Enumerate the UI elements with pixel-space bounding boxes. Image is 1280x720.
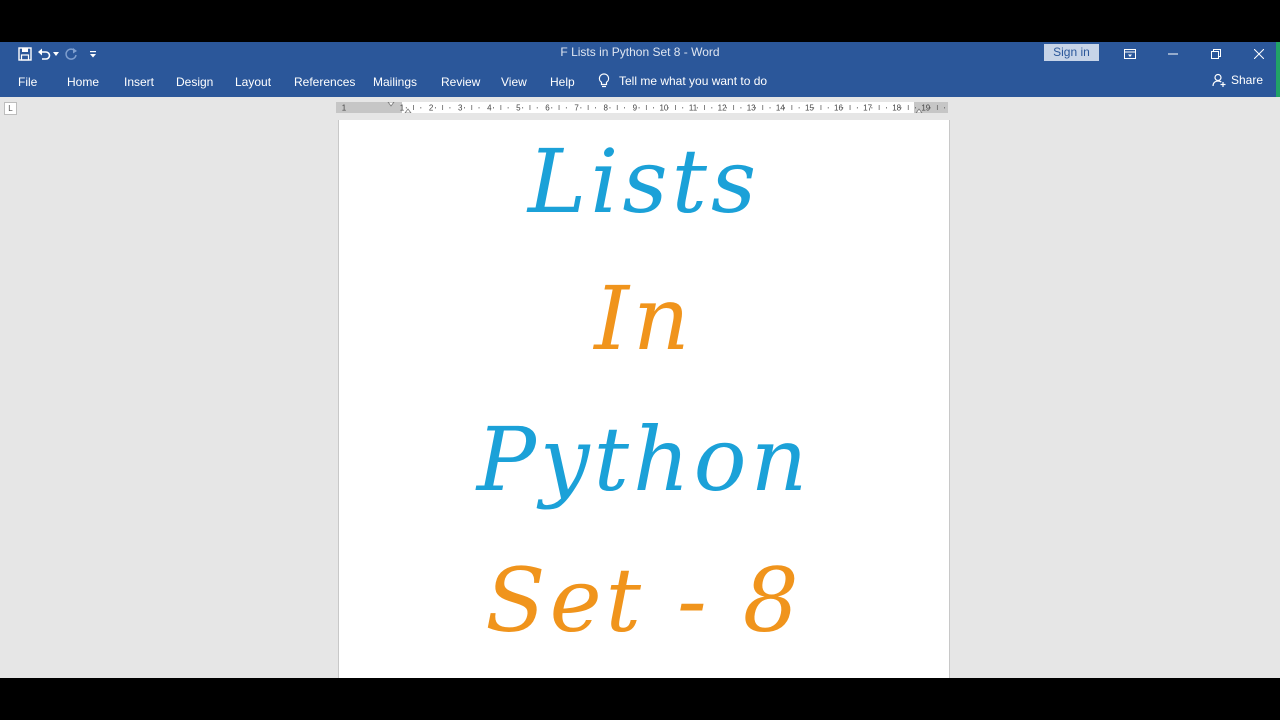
- tab-design[interactable]: Design: [176, 75, 213, 89]
- lightbulb-icon: [598, 73, 610, 88]
- share-label: Share: [1231, 73, 1264, 87]
- minimize-icon: [1168, 53, 1178, 55]
- ruler-number: 7: [574, 104, 579, 113]
- sign-in-button[interactable]: Sign in: [1044, 44, 1099, 61]
- tab-file[interactable]: File: [18, 75, 37, 89]
- tab-layout[interactable]: Layout: [235, 75, 271, 89]
- ribbon-tabs: File Home Insert Design Layout Reference…: [0, 66, 1280, 97]
- ruler-number: 3: [458, 104, 463, 113]
- close-button[interactable]: [1239, 42, 1279, 66]
- ruler-number: 10: [659, 104, 668, 113]
- minimize-button[interactable]: [1153, 42, 1193, 66]
- ruler-number: 5: [516, 104, 521, 113]
- ruler-number: 16: [834, 104, 843, 113]
- ruler-number: 15: [805, 104, 814, 113]
- horizontal-ruler[interactable]: 1 1 2 3 4 5 6 7 8 9 10 11 12 13 14 15 16 17 18 19: [336, 102, 948, 113]
- tab-selector-button[interactable]: L: [4, 102, 17, 115]
- ruler-number: 8: [603, 104, 608, 113]
- ruler-number: 2: [429, 104, 434, 113]
- letterbox-top: [0, 0, 1280, 42]
- ruler-scale: 1 1 2 3 4 5 6 7 8 9 10 11 12 13 14 15 16 17 18 19: [336, 102, 948, 113]
- person-add-icon: [1212, 73, 1226, 87]
- tab-insert[interactable]: Insert: [124, 75, 154, 89]
- ribbon-display-options-icon: [1124, 49, 1136, 59]
- share-button[interactable]: Share: [1212, 73, 1263, 87]
- word-window: F Lists in Python Set 8 - Word Sign in F…: [0, 42, 1280, 678]
- ruler-number: 12: [718, 104, 727, 113]
- ruler-number: 11: [689, 104, 698, 113]
- tab-review[interactable]: Review: [441, 75, 480, 89]
- ruler-number: 4: [487, 104, 492, 113]
- ruler-number: 13: [747, 104, 756, 113]
- ruler-number: 1: [400, 104, 405, 113]
- tab-home[interactable]: Home: [67, 75, 99, 89]
- tell-me-box[interactable]: Tell me what you want to do: [598, 73, 767, 89]
- ruler-number: 14: [776, 104, 785, 113]
- doc-line-1: Lists: [527, 130, 761, 233]
- letterbox-bottom: [0, 678, 1280, 720]
- ruler-number: 18: [892, 104, 901, 113]
- title-bar: F Lists in Python Set 8 - Word Sign in: [0, 42, 1280, 66]
- ruler-number: 17: [863, 104, 872, 113]
- ruler-number: 19: [921, 104, 930, 113]
- close-icon: [1254, 49, 1264, 59]
- tell-me-label: Tell me what you want to do: [619, 74, 768, 88]
- window-edge-accent: [1276, 42, 1280, 97]
- doc-line-4: Set - 8: [485, 549, 803, 652]
- tab-mailings[interactable]: Mailings: [373, 75, 417, 89]
- tab-view[interactable]: View: [501, 75, 527, 89]
- doc-line-3: Python: [476, 408, 812, 511]
- restore-icon: [1211, 49, 1221, 59]
- ribbon-display-options-button[interactable]: [1110, 42, 1150, 66]
- ruler-number: 6: [545, 104, 550, 113]
- tab-references[interactable]: References: [294, 75, 355, 89]
- ruler-number: 9: [633, 104, 638, 113]
- ruler-number: 1: [342, 104, 347, 113]
- doc-line-2: In: [594, 267, 694, 370]
- tab-help[interactable]: Help: [550, 75, 575, 89]
- document-page[interactable]: Lists In Python Set - 8: [338, 120, 950, 678]
- restore-button[interactable]: [1196, 42, 1236, 66]
